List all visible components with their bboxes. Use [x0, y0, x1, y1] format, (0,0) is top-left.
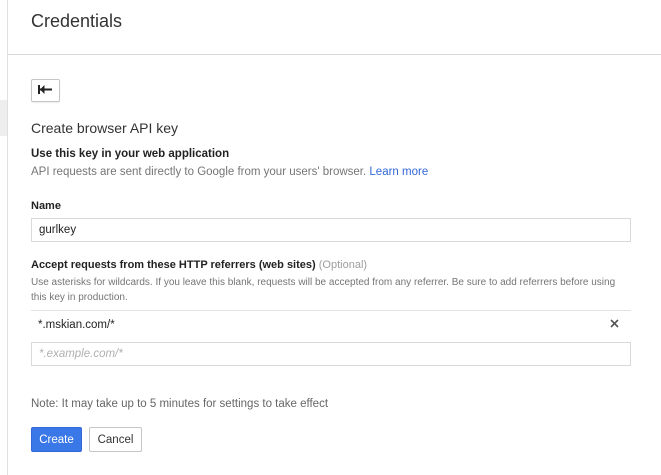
referrers-label: Accept requests from these HTTP referrer… — [31, 259, 367, 271]
form-heading: Create browser API key — [31, 120, 179, 136]
usage-description-text: API requests are sent directly to Google… — [31, 166, 367, 178]
sidebar-edge — [0, 0, 8, 475]
referrers-help-text: Use asterisks for wildcards. If you leav… — [31, 277, 616, 303]
learn-more-link[interactable]: Learn more — [369, 166, 428, 178]
usage-description: API requests are sent directly to Google… — [31, 166, 428, 178]
referrer-item: *.mskian.com/* — [31, 310, 631, 340]
credentials-page: Credentials Create browser API key Use t… — [0, 0, 661, 475]
cancel-button[interactable]: Cancel — [89, 427, 142, 452]
back-button[interactable] — [31, 79, 60, 102]
settings-note: Note: It may take up to 5 minutes for se… — [31, 398, 329, 410]
arrow-back-icon — [38, 82, 53, 100]
create-button[interactable]: Create — [31, 427, 82, 452]
referrer-input[interactable] — [31, 342, 631, 366]
page-header: Credentials — [8, 0, 661, 55]
name-input[interactable] — [31, 218, 631, 242]
referrers-label-text: Accept requests from these HTTP referrer… — [31, 259, 316, 271]
usage-title: Use this key in your web application — [31, 148, 230, 160]
referrer-value: *.mskian.com/* — [38, 319, 115, 331]
optional-tag: (Optional) — [318, 259, 368, 271]
sidebar-active-marker — [0, 100, 7, 136]
name-label: Name — [31, 200, 61, 212]
close-icon — [609, 315, 619, 333]
page-title: Credentials — [31, 11, 123, 31]
remove-referrer-button[interactable] — [607, 317, 621, 331]
